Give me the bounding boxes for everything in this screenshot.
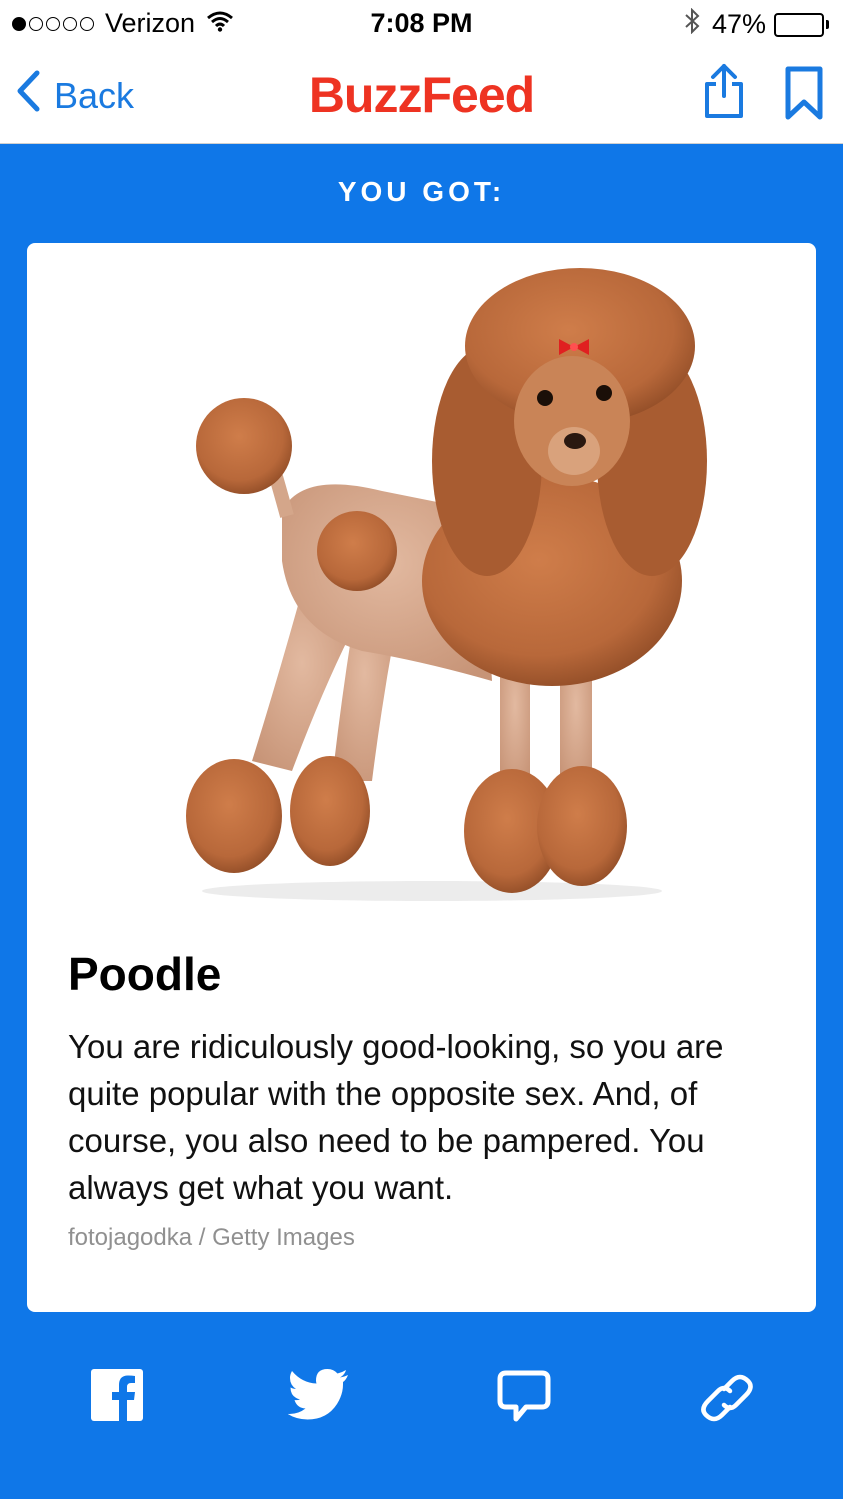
bluetooth-icon — [684, 7, 700, 41]
link-icon — [701, 1374, 753, 1422]
copy-link-button[interactable] — [698, 1369, 756, 1432]
bookmark-icon — [785, 66, 823, 120]
result-description: You are ridiculously good-looking, so yo… — [68, 1028, 724, 1206]
quiz-result-panel: YOU GOT: Poodle You are ridiculously goo… — [0, 144, 843, 1499]
facebook-share-button[interactable] — [91, 1369, 143, 1426]
battery-icon — [774, 12, 829, 37]
result-title: Poodle — [68, 948, 222, 1000]
share-button[interactable] — [702, 62, 746, 125]
comment-icon — [497, 1370, 551, 1422]
twitter-icon — [287, 1369, 348, 1420]
result-heading: YOU GOT: — [337, 176, 506, 207]
share-row — [0, 1369, 843, 1439]
share-icon — [705, 64, 743, 118]
comment-button[interactable] — [496, 1369, 552, 1430]
photo-credit: fotojagodka / Getty Images — [68, 1224, 355, 1251]
status-right: 47% — [684, 7, 829, 41]
status-bar: Verizon 7:08 PM 47% — [0, 0, 843, 46]
nav-bar: Back BuzzFeed — [0, 46, 843, 144]
poodle-image — [186, 268, 707, 901]
twitter-share-button[interactable] — [287, 1369, 350, 1426]
result-card: Poodle You are ridiculously good-looking… — [27, 243, 816, 1312]
bookmark-button[interactable] — [784, 66, 824, 125]
battery-percent: 47% — [711, 9, 766, 39]
facebook-icon — [91, 1369, 143, 1421]
